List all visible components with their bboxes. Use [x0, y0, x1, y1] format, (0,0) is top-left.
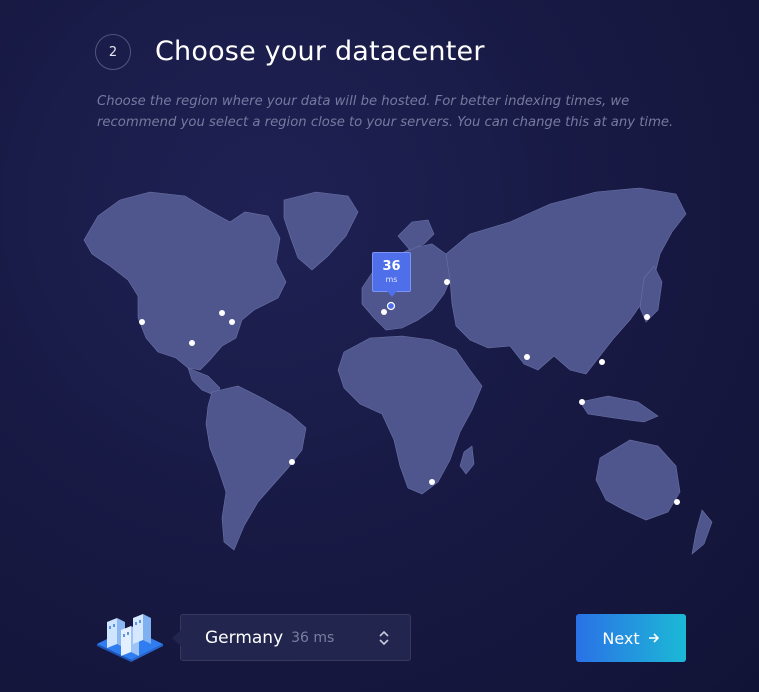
datacenter-dot: [444, 279, 450, 285]
datacenter-dot: [381, 309, 387, 315]
datacenter-dot: [139, 319, 145, 325]
datacenter-dot: [289, 459, 295, 465]
datacenter-buildings-icon: [97, 614, 163, 662]
step-number: 2: [95, 34, 131, 70]
datacenter-dot: [429, 479, 435, 485]
datacenter-dot: [674, 499, 680, 505]
datacenter-dot: [219, 310, 225, 316]
next-button[interactable]: Next: [576, 614, 686, 662]
latency-tooltip: 36 ms: [372, 252, 411, 297]
page-title: Choose your datacenter: [155, 36, 485, 67]
continent-se-asia-islands: [579, 395, 659, 423]
chevron-up-down-icon: [379, 630, 389, 646]
page-description: Choose the region where your data will b…: [97, 94, 674, 130]
region-select[interactable]: Germany 36 ms: [172, 614, 411, 661]
latency-value: 36: [382, 259, 401, 274]
selected-country: Germany: [205, 627, 284, 648]
datacenter-dot: [524, 354, 530, 360]
continent-greenland: [283, 191, 359, 271]
continent-australia: [595, 439, 681, 521]
next-button-label: Next: [602, 628, 640, 648]
continent-new-zealand: [691, 509, 713, 555]
datacenter-dot: [229, 319, 235, 325]
continent-madagascar: [459, 445, 475, 475]
continent-north-america: [83, 191, 287, 371]
selected-datacenter-dot: [386, 301, 396, 311]
continent-south-america: [205, 385, 307, 551]
datacenter-dot: [189, 340, 195, 346]
datacenter-dot: [579, 399, 585, 405]
world-map: [83, 187, 713, 555]
continent-africa: [337, 335, 483, 495]
arrow-right-icon: [648, 633, 659, 643]
selected-latency: 36 ms: [291, 629, 335, 646]
datacenter-dot: [644, 314, 650, 320]
latency-unit: ms: [385, 275, 398, 284]
datacenter-dot: [599, 359, 605, 365]
